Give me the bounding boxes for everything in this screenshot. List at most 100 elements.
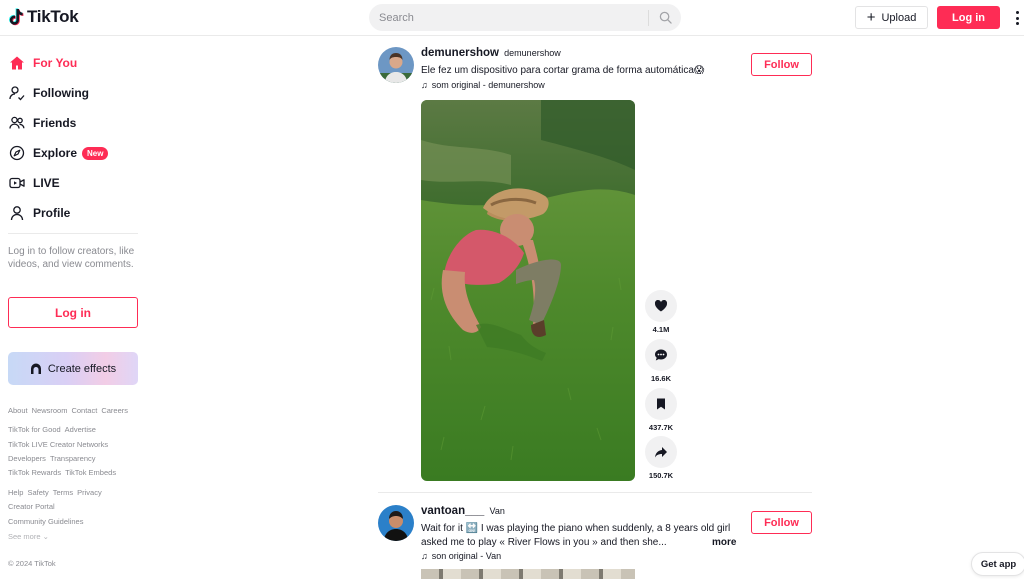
- like-action[interactable]: 4.1M: [645, 290, 677, 334]
- follow-button[interactable]: Follow: [751, 511, 812, 534]
- sound-link[interactable]: ♫ som original - demunershow: [421, 80, 545, 90]
- heart-icon: [654, 299, 668, 312]
- share-count: 150.7K: [648, 471, 674, 480]
- more-options-icon[interactable]: [1011, 9, 1023, 27]
- username: vantoan___: [421, 505, 485, 517]
- nickname: demunershow: [504, 48, 561, 58]
- footer-links-2: TikTok for Good Advertise: [8, 425, 96, 434]
- tiktok-logo[interactable]: TikTok: [8, 7, 79, 27]
- footer-link[interactable]: TikTok Rewards: [8, 468, 61, 477]
- share-icon: [655, 447, 667, 458]
- username: demunershow: [421, 47, 499, 59]
- video-frame: [421, 100, 635, 481]
- share-button[interactable]: [645, 436, 677, 468]
- see-more-link[interactable]: See more ⌄: [8, 532, 49, 541]
- new-badge: New: [82, 146, 109, 160]
- search-input[interactable]: [369, 11, 648, 24]
- footer-link[interactable]: Developers: [8, 454, 46, 463]
- save-button[interactable]: [645, 388, 677, 420]
- footer-links-7: Creator Portal: [8, 502, 55, 511]
- effects-icon: [30, 363, 41, 374]
- footer-links-3: TikTok LIVE Creator Networks: [8, 440, 108, 449]
- header-login-button[interactable]: Log in: [937, 6, 1000, 29]
- footer-link[interactable]: TikTok LIVE Creator Networks: [8, 440, 108, 449]
- sound-title: son original - Van: [431, 551, 502, 561]
- like-count: 4.1M: [652, 325, 670, 334]
- comment-icon: [655, 349, 667, 361]
- footer-links-5: TikTok Rewards TikTok Embeds: [8, 468, 116, 477]
- bookmark-icon: [657, 398, 665, 410]
- footer-links-1: About Newsroom Contact Careers: [8, 406, 128, 415]
- footer-link[interactable]: Terms: [53, 488, 73, 497]
- share-action[interactable]: 150.7K: [645, 436, 677, 480]
- sidebar: For You Following Friends Explore New LI…: [0, 37, 145, 576]
- create-effects-label: Create effects: [47, 362, 117, 375]
- footer-link[interactable]: Transparency: [50, 454, 96, 463]
- nav-explore[interactable]: Explore New: [9, 143, 109, 163]
- sound-link[interactable]: ♫ son original - Van: [421, 551, 501, 561]
- footer-link[interactable]: Newsroom: [32, 406, 68, 415]
- comment-button[interactable]: [645, 339, 677, 371]
- profile-icon: [10, 206, 24, 221]
- feed-post: vantoan___ Van Wait for it 🔛 I was playi…: [378, 505, 812, 565]
- nav-label: Following: [33, 86, 89, 100]
- avatar-image: [378, 505, 414, 541]
- sound-title: som original - demunershow: [431, 80, 545, 90]
- nav-live[interactable]: LIVE: [9, 173, 60, 193]
- get-app-button[interactable]: Get app: [971, 552, 1024, 576]
- nav-for-you[interactable]: For You: [9, 53, 77, 73]
- feed-post: demunershow demunershow Ele fez um dispo…: [378, 47, 812, 107]
- sidebar-login-button[interactable]: Log in: [8, 297, 138, 328]
- nav-label: LIVE: [33, 176, 60, 190]
- nav-profile[interactable]: Profile: [9, 203, 70, 223]
- feed-divider: [378, 492, 812, 493]
- video-player[interactable]: [421, 100, 635, 481]
- tiktok-note-icon: [9, 8, 24, 26]
- footer-links-8: Community Guidelines: [8, 517, 83, 526]
- comment-action[interactable]: 16.6K: [645, 339, 677, 383]
- search-bar: [369, 4, 681, 31]
- save-action[interactable]: 437.7K: [645, 388, 677, 432]
- footer-link[interactable]: Privacy: [77, 488, 102, 497]
- nav-following[interactable]: Following: [9, 83, 89, 103]
- post-author[interactable]: demunershow demunershow: [421, 47, 561, 59]
- footer-link[interactable]: Contact: [71, 406, 97, 415]
- top-header: TikTok + Upload Log in: [0, 0, 1024, 36]
- nav-friends[interactable]: Friends: [9, 113, 76, 133]
- footer-link[interactable]: Creator Portal: [8, 502, 55, 511]
- footer-links-6: Help Safety Terms Privacy: [8, 488, 102, 497]
- comment-count: 16.6K: [650, 374, 671, 383]
- nav-label: Friends: [33, 116, 77, 130]
- compass-icon: [9, 145, 25, 161]
- footer-link[interactable]: Safety: [27, 488, 48, 497]
- next-video-thumbnail[interactable]: [421, 569, 635, 579]
- sidebar-divider: [8, 233, 138, 234]
- footer-link[interactable]: Careers: [101, 406, 128, 415]
- live-icon: [9, 177, 25, 189]
- plus-icon: +: [866, 9, 876, 26]
- post-caption: Wait for it 🔛 I was playing the piano wh…: [421, 523, 731, 548]
- create-effects-button[interactable]: Create effects: [8, 352, 138, 385]
- nickname: Van: [489, 506, 505, 516]
- search-icon: [659, 11, 672, 24]
- post-author[interactable]: vantoan___ Van: [421, 505, 505, 517]
- footer-link[interactable]: About: [8, 406, 28, 415]
- login-note: Log in to follow creators, like videos, …: [8, 246, 135, 270]
- footer-link[interactable]: Help: [8, 488, 23, 497]
- footer-link[interactable]: TikTok Embeds: [65, 468, 116, 477]
- caption-more-link[interactable]: more: [712, 537, 736, 548]
- footer-link[interactable]: Community Guidelines: [8, 517, 83, 526]
- upload-button[interactable]: + Upload: [855, 6, 928, 29]
- nav-label: For You: [33, 56, 78, 70]
- nav-label: Profile: [33, 206, 71, 220]
- following-icon: [9, 86, 25, 101]
- like-button[interactable]: [645, 290, 677, 322]
- search-button[interactable]: [649, 4, 681, 31]
- footer-link[interactable]: Advertise: [65, 425, 96, 434]
- footer-link[interactable]: TikTok for Good: [8, 425, 61, 434]
- copyright: © 2024 TikTok: [8, 559, 56, 568]
- save-count: 437.7K: [648, 423, 674, 432]
- avatar[interactable]: [378, 505, 414, 541]
- follow-button[interactable]: Follow: [751, 53, 812, 76]
- avatar[interactable]: [378, 47, 414, 83]
